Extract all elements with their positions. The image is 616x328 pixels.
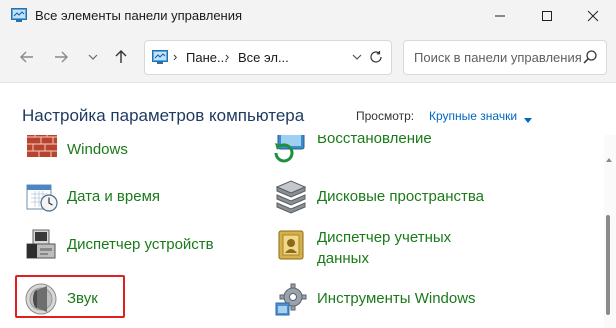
page-title: Настройка параметров компьютера [22, 106, 305, 125]
sound-highlight-box [15, 275, 125, 318]
control-panel-window: Все элементы панели управления › Пане...… [0, 0, 616, 328]
item-windows-firewall[interactable]: Windows [25, 135, 225, 167]
breadcrumb-chevron-icon: › [225, 49, 230, 64]
close-button[interactable] [570, 0, 616, 32]
recovery-icon [272, 135, 308, 163]
credential-manager-icon [273, 227, 309, 263]
windows-tools-icon [273, 281, 309, 317]
title-bar: Все элементы панели управления [0, 0, 616, 32]
item-label: Дата и время [67, 188, 161, 205]
breadcrumb-item[interactable]: Пане... [186, 50, 228, 65]
firewall-brick-icon [25, 135, 61, 163]
recent-locations-button[interactable] [82, 46, 104, 68]
arrow-right-icon [55, 51, 68, 63]
up-button[interactable] [110, 46, 132, 68]
item-recovery[interactable]: Восстановление [272, 135, 492, 167]
triangle-down-icon[interactable] [523, 112, 533, 123]
chevron-down-icon [88, 54, 98, 60]
window-title: Все элементы панели управления [35, 8, 243, 23]
item-windows-tools[interactable]: Инструменты Windows [273, 281, 503, 321]
search-icon [582, 49, 598, 65]
maximize-button[interactable] [524, 0, 570, 32]
search-placeholder: Поиск в панели управления [414, 50, 582, 65]
breadcrumb-item[interactable]: Все эл... [238, 50, 289, 65]
search-input[interactable]: Поиск в панели управления [403, 40, 607, 75]
close-icon [587, 10, 599, 22]
chevron-down-icon [352, 54, 362, 60]
minimize-button[interactable] [477, 0, 523, 32]
item-device-manager[interactable]: Диспетчер устройств [23, 227, 243, 267]
item-date-time[interactable]: Дата и время [23, 179, 223, 219]
view-by-label: Просмотр: [356, 109, 415, 123]
forward-button[interactable] [50, 46, 72, 68]
item-label: Дисковые пространства [317, 188, 485, 205]
refresh-icon [370, 51, 382, 63]
back-button[interactable] [16, 46, 38, 68]
control-panel-icon [11, 8, 27, 22]
address-bar[interactable]: › Пане... › Все эл... [144, 40, 392, 75]
minimize-icon [495, 15, 505, 17]
arrow-up-icon [115, 50, 127, 63]
item-label: Диспетчер устройств [67, 236, 214, 253]
storage-spaces-icon [273, 179, 309, 215]
scrollbar-thumb[interactable] [606, 215, 610, 315]
scroll-up-icon[interactable] [605, 150, 613, 162]
navigation-bar: › Пане... › Все эл... Поиск в панели упр… [0, 32, 616, 83]
refresh-button[interactable] [367, 48, 385, 66]
maximize-icon [542, 11, 552, 21]
item-label-line1: Диспетчер учетных [317, 229, 452, 246]
view-by-dropdown[interactable]: Крупные значки [429, 109, 517, 123]
address-dropdown-button[interactable] [349, 48, 365, 66]
breadcrumb-chevron-icon: › [173, 49, 178, 64]
item-label: Восстановление [317, 135, 432, 147]
calendar-clock-icon [23, 179, 59, 215]
control-panel-icon [152, 50, 168, 64]
item-label-line2: данных [317, 250, 369, 267]
device-manager-icon [23, 227, 59, 263]
item-label: Инструменты Windows [317, 290, 476, 307]
item-label: Windows [67, 141, 128, 158]
item-storage-spaces[interactable]: Дисковые пространства [273, 179, 503, 219]
item-credential-manager[interactable]: Диспетчер учетных данных [273, 227, 503, 275]
arrow-left-icon [20, 51, 33, 63]
